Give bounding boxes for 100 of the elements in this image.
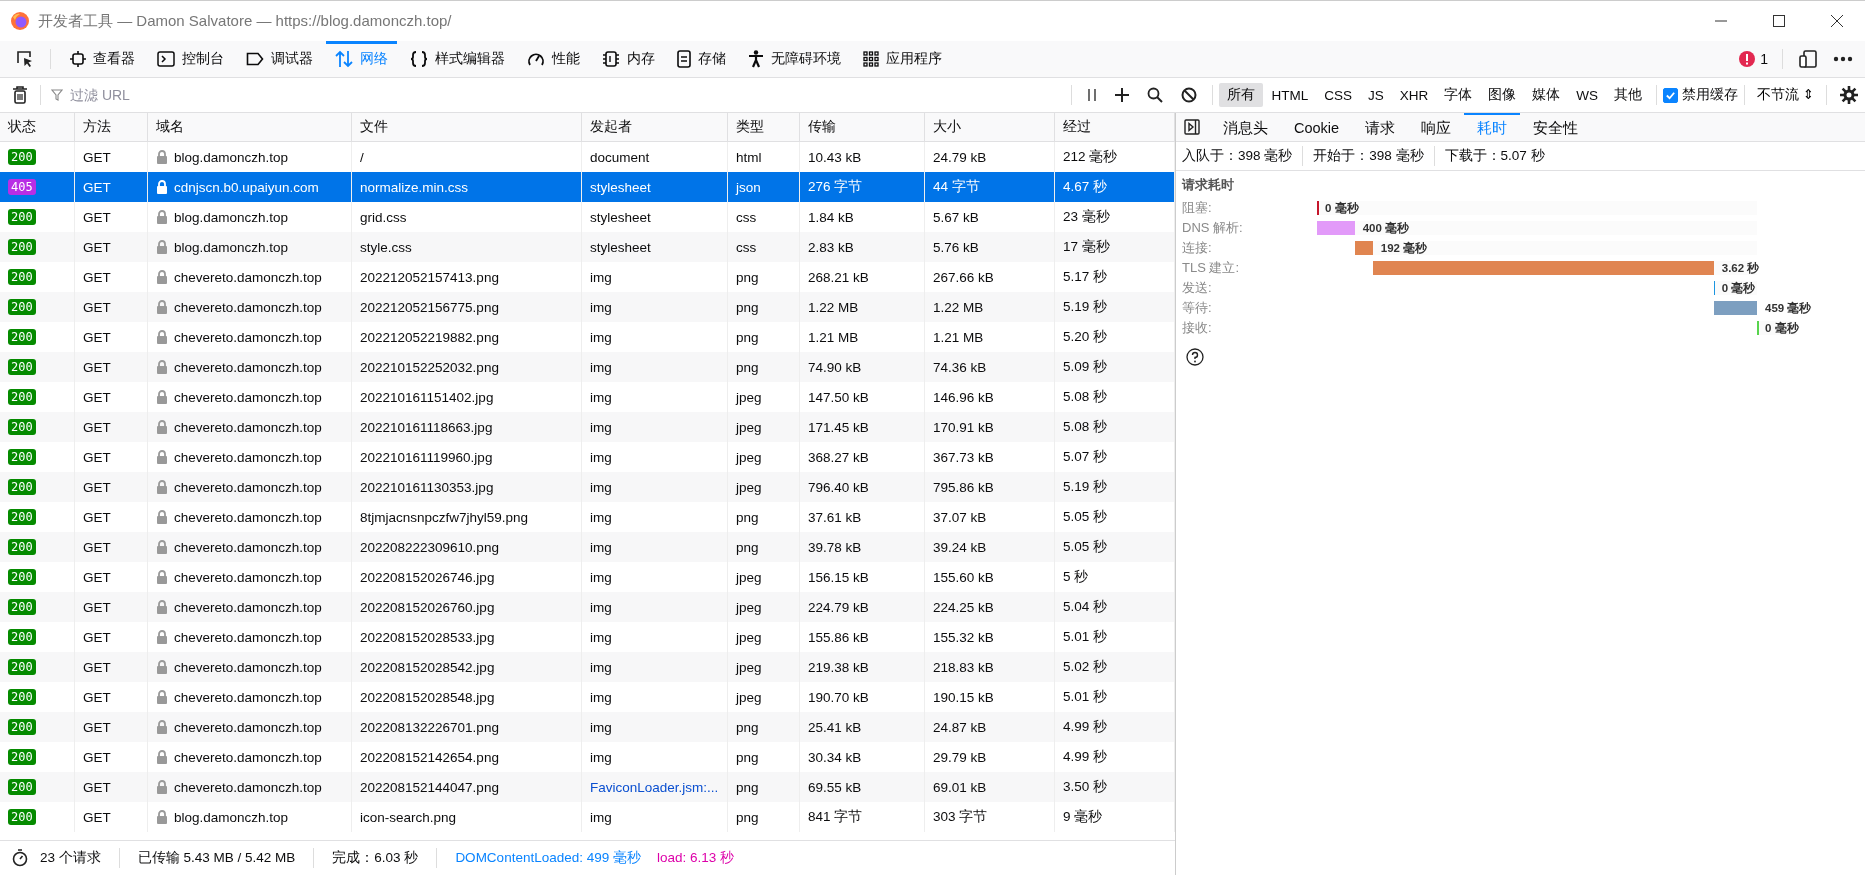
column-header[interactable]: 大小 [925, 113, 1055, 141]
devtools-tab[interactable]: 性能 [518, 41, 589, 77]
request-row[interactable]: 200 GET chevereto.damonczh.top 202210161118663.jpg img jpeg 171.45 kB 170.91 kB 5.08 秒 [0, 412, 1175, 442]
devtools-tab[interactable]: 调试器 [237, 41, 322, 77]
error-count-badge[interactable]: 1 [1735, 51, 1772, 67]
request-row[interactable]: 200 GET chevereto.damonczh.top 202208152028542.jpg img jpeg 219.38 kB 218.83 kB 5.02 秒 [0, 652, 1175, 682]
gauge-icon [527, 51, 545, 67]
type-text: jpeg [736, 629, 762, 645]
duration-text: 17 毫秒 [1063, 238, 1110, 256]
details-tab[interactable]: Cookie [1281, 113, 1353, 141]
status-code-badge: 200 [8, 209, 36, 225]
column-header[interactable]: 状态 [0, 113, 75, 141]
search-icon[interactable] [1147, 87, 1164, 103]
throttle-dropdown[interactable]: 不节流 ⇕ [1750, 86, 1820, 104]
details-tab[interactable]: 消息头 [1210, 113, 1281, 141]
devtools-tab[interactable]: 查看器 [61, 41, 144, 77]
block-icon[interactable] [1181, 87, 1198, 103]
type-filter-button[interactable]: 图像 [1480, 83, 1525, 107]
initiator-text: img [590, 269, 612, 285]
transferred-text: 2.83 kB [808, 239, 854, 255]
type-text: jpeg [736, 599, 762, 615]
domain-text: chevereto.damonczh.top [174, 779, 322, 795]
type-filter-button[interactable]: WS [1568, 84, 1606, 106]
domain-text: blog.damonczh.top [174, 149, 289, 165]
request-row[interactable]: 200 GET chevereto.damonczh.top 202210152252032.png img png 74.90 kB 74.36 kB 5.09 秒 [0, 352, 1175, 382]
stopwatch-icon[interactable] [12, 849, 28, 867]
trash-icon[interactable] [12, 86, 28, 104]
column-header[interactable]: 类型 [728, 113, 800, 141]
settings-icon[interactable] [1839, 85, 1859, 105]
duration-text: 5.04 秒 [1063, 598, 1108, 616]
type-filter-button[interactable]: HTML [1263, 84, 1317, 106]
size-text: 39.24 kB [933, 539, 987, 555]
devtools-tab[interactable]: 样式编辑器 [401, 41, 514, 77]
request-row[interactable]: 200 GET chevereto.damonczh.top 202210161130353.jpg img jpeg 796.40 kB 795.86 kB 5.19 秒 [0, 472, 1175, 502]
request-row[interactable]: 200 GET chevereto.damonczh.top 202208152026760.jpg img jpeg 224.79 kB 224.25 kB 5.04 秒 [0, 592, 1175, 622]
type-filter-button[interactable]: 其他 [1605, 83, 1650, 107]
more-options-icon[interactable] [1833, 56, 1853, 62]
lock-icon [156, 750, 168, 764]
devtools-tab[interactable]: 内存 [593, 41, 664, 77]
column-header[interactable]: 发起者 [582, 113, 728, 141]
domain-text: chevereto.damonczh.top [174, 359, 322, 375]
type-filter-button[interactable]: 媒体 [1524, 83, 1569, 107]
checkbox[interactable] [1662, 87, 1678, 103]
request-row[interactable]: 405 GET cdnjscn.b0.upaiyun.com normalize.min.css stylesheet json 276 字节 44 字节 4.67 秒 [0, 172, 1175, 202]
details-tab[interactable]: 安全性 [1520, 113, 1592, 141]
devtools-tab[interactable]: 应用程序 [854, 41, 951, 77]
timing-value: 3.62 秒 [1721, 261, 1760, 276]
plus-icon[interactable] [1115, 88, 1130, 102]
type-filter-button[interactable]: XHR [1391, 84, 1437, 106]
request-row[interactable]: 200 GET blog.damonczh.top style.css stylesheet css 2.83 kB 5.76 kB 17 毫秒 [0, 232, 1175, 262]
details-tab[interactable]: 请求 [1352, 113, 1409, 141]
type-filter-button[interactable]: 所有 [1219, 83, 1264, 107]
file-text: 202210152252032.png [360, 359, 499, 375]
status-code-badge: 200 [8, 239, 36, 255]
column-header[interactable]: 文件 [352, 113, 582, 141]
type-filter-button[interactable]: JS [1359, 84, 1392, 106]
request-row[interactable]: 200 GET chevereto.damonczh.top 202208152144047.png FaviconLoader.jsm:... png 69.55 kB 69.01 kB 3.50 秒 [0, 772, 1175, 802]
disable-cache-checkbox[interactable]: 禁用缓存 [1662, 86, 1738, 104]
lock-icon [156, 660, 168, 674]
type-filter-button[interactable]: CSS [1316, 84, 1360, 106]
initiator-link[interactable]: FaviconLoader.jsm:... [590, 779, 719, 795]
request-row[interactable]: 200 GET chevereto.damonczh.top 202212052156775.png img png 1.22 MB 1.22 MB 5.19 秒 [0, 292, 1175, 322]
domain-text: chevereto.damonczh.top [174, 569, 322, 585]
devtools-tab[interactable]: 无障碍环境 [739, 41, 850, 77]
devtools-tab[interactable]: 控制台 [148, 41, 233, 77]
transferred-text: 796.40 kB [808, 479, 869, 495]
column-header[interactable]: 传输 [800, 113, 925, 141]
column-header[interactable]: 域名 [148, 113, 352, 141]
element-picker-icon[interactable] [16, 50, 34, 68]
filter-url-field[interactable]: 过滤 URL [68, 86, 1066, 104]
column-header[interactable]: 方法 [75, 113, 148, 141]
type-filter-button[interactable]: 字体 [1436, 83, 1481, 107]
request-row[interactable]: 200 GET chevereto.damonczh.top 202208132226701.png img png 25.41 kB 24.87 kB 4.99 秒 [0, 712, 1175, 742]
details-tab[interactable]: 耗时 [1464, 113, 1521, 141]
help-icon[interactable] [1186, 348, 1204, 366]
domain-text: blog.damonczh.top [174, 209, 289, 225]
toggle-panel-icon[interactable] [1184, 119, 1200, 135]
transferred-text: 39.78 kB [808, 539, 862, 555]
status-summary-text: 23 个请求 [39, 849, 102, 867]
domain-text: chevereto.damonczh.top [174, 749, 322, 765]
method-text: GET [83, 239, 111, 255]
close-icon[interactable] [1831, 15, 1843, 27]
devtools-tab[interactable]: 存储 [668, 41, 735, 77]
initiator-text: img [590, 359, 612, 375]
pause-icon[interactable] [1087, 88, 1098, 102]
maximize-icon[interactable] [1773, 15, 1785, 27]
devtools-tab[interactable]: 网络 [326, 41, 397, 77]
lock-icon [156, 780, 168, 794]
file-text: 202212052156775.png [360, 299, 499, 315]
initiator-text: img [590, 539, 612, 555]
error-icon [1739, 51, 1756, 67]
responsive-design-icon[interactable] [1799, 50, 1817, 68]
request-row[interactable]: 200 GET blog.damonczh.top icon-search.png img png 841 字节 303 字节 9 毫秒 [0, 802, 1175, 832]
request-row[interactable]: 200 GET chevereto.damonczh.top 202208222309610.png img png 39.78 kB 39.24 kB 5.05 秒 [0, 532, 1175, 562]
column-header[interactable]: 经过 [1055, 113, 1175, 141]
type-text: png [736, 509, 759, 525]
size-text: 69.01 kB [933, 779, 987, 795]
domain-text: chevereto.damonczh.top [174, 479, 322, 495]
transferred-text: 841 字节 [808, 808, 863, 826]
details-tab[interactable]: 响应 [1408, 113, 1465, 141]
